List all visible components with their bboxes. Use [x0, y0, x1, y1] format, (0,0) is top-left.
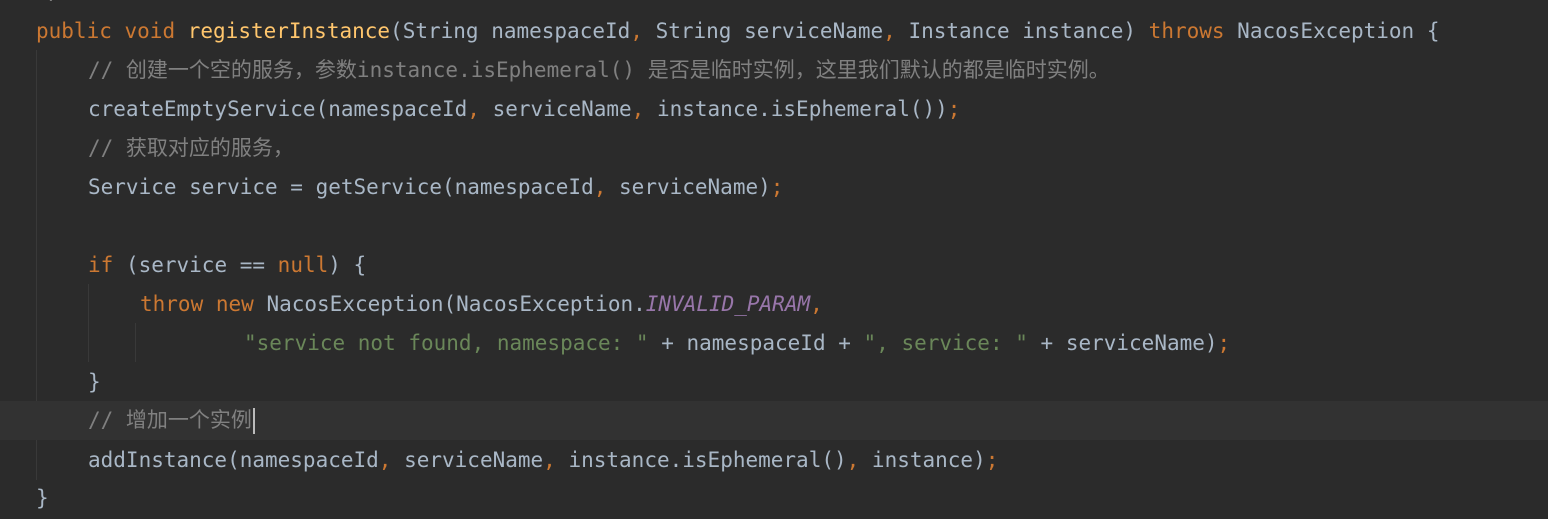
code-statement: throw new NacosException(NacosException.… — [140, 292, 823, 316]
code-line[interactable]: Service service = getService(namespaceId… — [0, 168, 1548, 207]
code-line-empty[interactable] — [0, 207, 1548, 246]
closing-brace: } — [88, 370, 101, 394]
code-comment: // 获取对应的服务， — [88, 136, 294, 160]
code-line[interactable]: addInstance(namespaceId, serviceName, in… — [0, 441, 1548, 480]
code-editor[interactable]: */ public void registerInstance(String n… — [0, 0, 1548, 519]
code-statement: if (service == null) { — [88, 253, 367, 277]
code-line[interactable]: public void registerInstance(String name… — [0, 12, 1548, 51]
code-line[interactable]: // 获取对应的服务， — [0, 129, 1548, 168]
code-comment: // 创建一个空的服务，参数instance.isEphemeral() 是否是… — [88, 58, 1110, 82]
constant-reference: INVALID_PARAM — [645, 292, 811, 316]
code-statement: createEmptyService(namespaceId, serviceN… — [88, 97, 961, 121]
code-line[interactable]: } — [0, 479, 1548, 518]
code-statement: "service not found, namespace: " + names… — [244, 331, 1231, 355]
code-line[interactable]: throw new NacosException(NacosException.… — [0, 285, 1548, 324]
closing-brace: } — [36, 486, 49, 510]
method-name: registerInstance — [187, 19, 391, 43]
code-line[interactable]: if (service == null) { — [0, 246, 1548, 285]
code-line[interactable]: // 创建一个空的服务，参数instance.isEphemeral() 是否是… — [0, 51, 1548, 90]
code-line-current[interactable]: // 增加一个实例 — [0, 401, 1548, 440]
code-line[interactable]: "service not found, namespace: " + names… — [0, 324, 1548, 363]
method-signature: public void registerInstance(String name… — [36, 19, 1440, 43]
code-comment: // 增加一个实例 — [88, 401, 255, 440]
string-literal: ", service: " — [863, 331, 1028, 355]
code-statement: Service service = getService(namespaceId… — [88, 175, 784, 199]
code-statement: addInstance(namespaceId, serviceName, in… — [88, 448, 999, 472]
code-line[interactable]: } — [0, 363, 1548, 402]
previous-line-fragment: */ — [36, 0, 61, 4]
string-literal: "service not found, namespace: " — [244, 331, 649, 355]
text-caret — [252, 408, 255, 434]
code-line[interactable]: createEmptyService(namespaceId, serviceN… — [0, 90, 1548, 129]
